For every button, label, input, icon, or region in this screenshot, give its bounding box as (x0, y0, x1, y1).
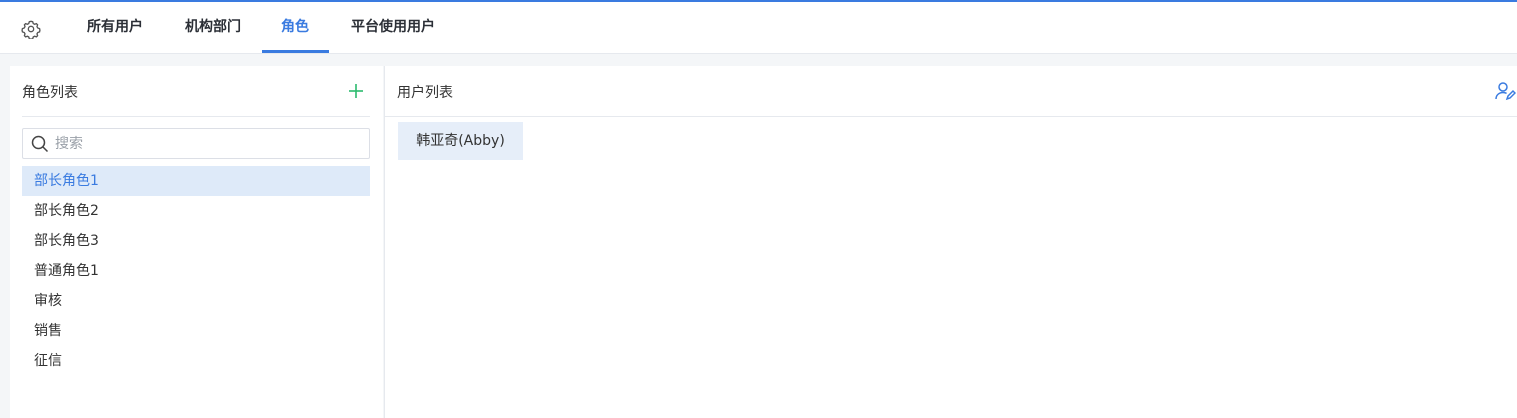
gear-icon (21, 20, 41, 39)
tab-all-users[interactable]: 所有用户 (85, 2, 145, 54)
role-item-1[interactable]: 部长角色1 (22, 166, 370, 196)
role-list-divider (22, 116, 370, 117)
user-list-divider (385, 116, 1517, 117)
role-item-7[interactable]: 征信 (22, 346, 370, 376)
role-item-4[interactable]: 普通角色1 (22, 256, 370, 286)
tab-platform-users[interactable]: 平台使用用户 (348, 2, 438, 54)
role-item-5[interactable]: 审核 (22, 286, 370, 316)
search-icon (31, 135, 49, 153)
role-list-panel: 角色列表 部长角色1 部长角色2 部长角色3 普通角色1 审核 销售 征信 (10, 66, 383, 418)
search-input[interactable] (55, 133, 355, 155)
user-edit-icon (1495, 82, 1517, 101)
plus-icon (349, 84, 363, 98)
user-chip[interactable]: 韩亚奇(Abby) (398, 122, 523, 160)
role-item-2[interactable]: 部长角色2 (22, 196, 370, 226)
tab-roles[interactable]: 角色 (280, 2, 310, 54)
tab-departments[interactable]: 机构部门 (183, 2, 243, 54)
user-list-title: 用户列表 (397, 85, 453, 101)
role-list: 部长角色1 部长角色2 部长角色3 普通角色1 审核 销售 征信 (22, 166, 370, 376)
active-tab-indicator (262, 50, 329, 53)
user-list-panel: 用户列表 韩亚奇(Abby) (384, 66, 1517, 418)
manage-users-button[interactable] (1494, 80, 1517, 102)
role-list-title: 角色列表 (22, 85, 78, 101)
role-item-6[interactable]: 销售 (22, 316, 370, 346)
role-search-box (22, 128, 370, 159)
role-item-3[interactable]: 部长角色3 (22, 226, 370, 256)
tab-bar: 所有用户 机构部门 角色 平台使用用户 (0, 2, 1517, 54)
settings-button[interactable] (21, 19, 41, 39)
add-role-button[interactable] (347, 82, 365, 100)
